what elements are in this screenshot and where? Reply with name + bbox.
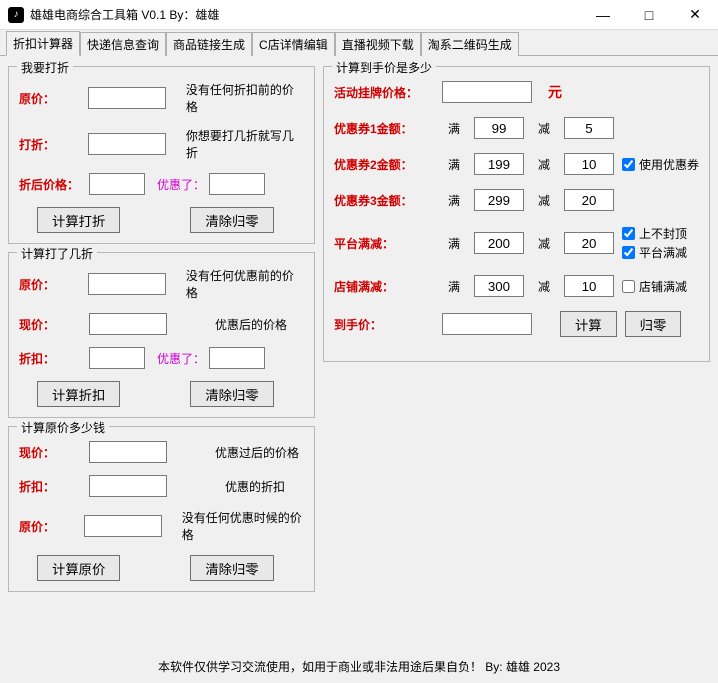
desc: 没有任何优惠时候的价格: [182, 509, 304, 543]
input-shop-threshold[interactable]: [474, 275, 524, 297]
label-listed-price: 活动挂牌价格：: [334, 84, 434, 101]
input-original-price[interactable]: [88, 273, 166, 295]
input-discount[interactable]: [88, 133, 166, 155]
calc-rate-button[interactable]: 计算折扣: [37, 381, 120, 407]
label-man: 满: [442, 235, 466, 252]
app-icon: ♪: [8, 7, 24, 23]
title-bar: ♪ 雄雄电商综合工具箱 V0.1 By：雄雄 — □ ✕: [0, 0, 718, 30]
input-original-price[interactable]: [88, 87, 166, 109]
desc: 优惠过后的价格: [215, 444, 299, 461]
tab-express-query[interactable]: 快递信息查询: [80, 32, 166, 56]
input-original-price[interactable]: [84, 515, 162, 537]
label-man: 满: [442, 156, 466, 173]
calc-original-button[interactable]: 计算原价: [37, 555, 120, 581]
label-shop-reduce: 店铺满减：: [334, 278, 434, 295]
desc: 没有任何优惠前的价格: [186, 267, 304, 301]
input-listed-price[interactable]: [442, 81, 532, 103]
desc-discount: 你想要打几折就写几折: [186, 127, 304, 161]
input-c2-off[interactable]: [564, 153, 614, 175]
checkbox-platform[interactable]: 平台满减: [622, 244, 687, 261]
input-c1-threshold[interactable]: [474, 117, 524, 139]
label-final-price: 到手价：: [334, 316, 434, 333]
group-legend: 我要打折: [17, 59, 73, 76]
label-coupon1: 优惠券1金额：: [334, 120, 434, 137]
label-man: 满: [442, 120, 466, 137]
calc-discount-button[interactable]: 计算打折: [37, 207, 120, 233]
window-title: 雄雄电商综合工具箱 V0.1 By：雄雄: [30, 6, 580, 23]
label-coupon3: 优惠券3金额：: [334, 192, 434, 209]
unit-yuan: 元: [548, 82, 562, 102]
label-coupon2: 优惠券2金额：: [334, 156, 434, 173]
minimize-button[interactable]: —: [580, 0, 626, 30]
calc-final-button[interactable]: 计算: [560, 311, 617, 337]
group-calc-discount: 计算打了几折 原价： 没有任何优惠前的价格 现价： 优惠后的价格 折扣： 优惠了…: [8, 252, 315, 418]
input-final-price[interactable]: [442, 313, 532, 335]
input-plat-off[interactable]: [564, 232, 614, 254]
input-c1-off[interactable]: [564, 117, 614, 139]
tab-live-download[interactable]: 直播视频下载: [335, 32, 421, 56]
label-discount-rate: 折扣：: [19, 478, 89, 495]
label-original-price: 原价：: [19, 276, 88, 293]
input-saved[interactable]: [209, 347, 265, 369]
label-discount: 打折：: [19, 136, 88, 153]
label-saved: 优惠了：: [157, 350, 205, 367]
label-jian: 减: [532, 156, 556, 173]
label-jian: 减: [532, 120, 556, 137]
input-discount-rate[interactable]: [89, 347, 145, 369]
label-current-price: 现价：: [19, 316, 89, 333]
label-current-price: 现价：: [19, 444, 89, 461]
group-legend: 计算到手价是多少: [332, 59, 436, 76]
checkbox-shop[interactable]: 店铺满减: [622, 278, 687, 295]
group-calc-original: 计算原价多少钱 现价： 优惠过后的价格 折扣： 优惠的折扣 原价： 没有任何优惠…: [8, 426, 315, 592]
clear-button-4[interactable]: 归零: [625, 311, 682, 337]
close-button[interactable]: ✕: [672, 0, 718, 30]
tab-qrcode-gen[interactable]: 淘系二维码生成: [421, 32, 519, 56]
group-want-discount: 我要打折 原价： 没有任何折扣前的价格 打折： 你想要打几折就写几折 折后价格：…: [8, 66, 315, 244]
checkbox-use-coupon[interactable]: 使用优惠券: [622, 156, 699, 173]
label-platform-reduce: 平台满减：: [334, 235, 434, 252]
footer-text: 本软件仅供学习交流使用，如用于商业或非法用途后果自负！ By: 雄雄 2023: [0, 654, 718, 679]
label-jian: 减: [532, 235, 556, 252]
clear-button-2[interactable]: 清除归零: [190, 381, 273, 407]
label-saved: 优惠了：: [157, 176, 205, 193]
label-original-price: 原价：: [19, 518, 84, 535]
desc-original: 没有任何折扣前的价格: [186, 81, 304, 115]
label-after-price: 折后价格：: [19, 176, 89, 193]
tab-discount-calc[interactable]: 折扣计算器: [6, 31, 80, 56]
label-man: 满: [442, 278, 466, 295]
desc: 优惠的折扣: [225, 478, 285, 495]
input-current-price[interactable]: [89, 313, 167, 335]
clear-button-1[interactable]: 清除归零: [190, 207, 273, 233]
input-saved[interactable]: [209, 173, 265, 195]
clear-button-3[interactable]: 清除归零: [190, 555, 273, 581]
label-original-price: 原价：: [19, 90, 88, 107]
input-after-price[interactable]: [89, 173, 145, 195]
input-discount-rate[interactable]: [89, 475, 167, 497]
label-discount-rate: 折扣：: [19, 350, 89, 367]
label-man: 满: [442, 192, 466, 209]
maximize-button[interactable]: □: [626, 0, 672, 30]
desc: 优惠后的价格: [215, 316, 287, 333]
tab-bar: 折扣计算器 快递信息查询 商品链接生成 C店详情编辑 直播视频下载 淘系二维码生…: [0, 30, 718, 56]
group-legend: 计算打了几折: [17, 245, 97, 262]
group-final-price: 计算到手价是多少 活动挂牌价格： 元 优惠券1金额： 满 减 优惠券2金额： 满…: [323, 66, 710, 362]
tab-cshop-detail[interactable]: C店详情编辑: [252, 32, 335, 56]
group-legend: 计算原价多少钱: [17, 419, 109, 436]
input-current-price[interactable]: [89, 441, 167, 463]
input-c2-threshold[interactable]: [474, 153, 524, 175]
input-c3-off[interactable]: [564, 189, 614, 211]
input-c3-threshold[interactable]: [474, 189, 524, 211]
tab-product-link[interactable]: 商品链接生成: [166, 32, 252, 56]
checkbox-no-cap[interactable]: 上不封顶: [622, 225, 687, 242]
label-jian: 减: [532, 192, 556, 209]
input-plat-threshold[interactable]: [474, 232, 524, 254]
input-shop-off[interactable]: [564, 275, 614, 297]
label-jian: 减: [532, 278, 556, 295]
